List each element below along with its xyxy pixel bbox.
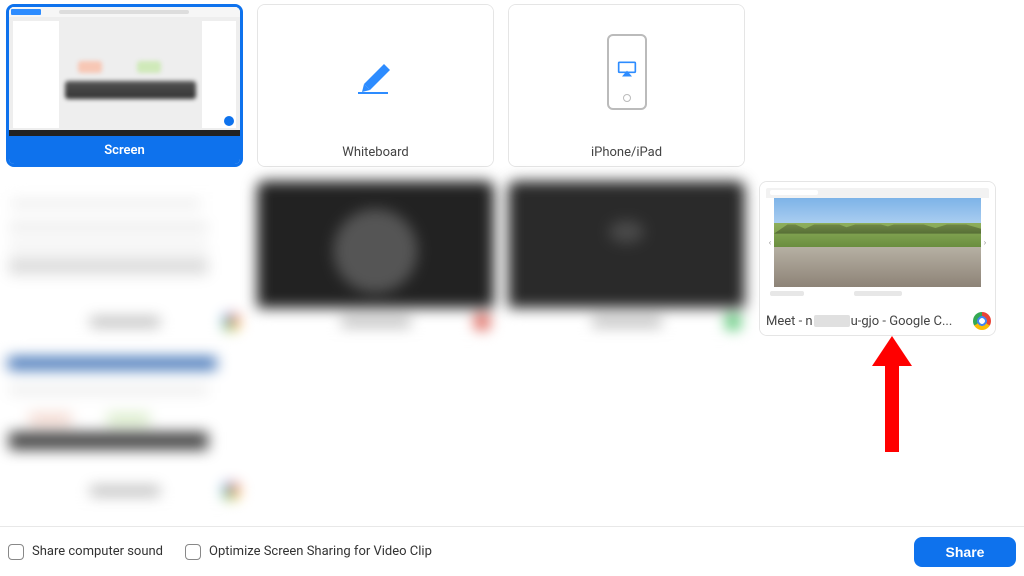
tile-screen-thumb — [9, 7, 240, 136]
footer-bar: Share computer sound Optimize Screen Sha… — [0, 526, 1024, 576]
tile-screen-label: Screen — [9, 136, 240, 164]
tile-whiteboard-label: Whiteboard — [258, 138, 493, 166]
share-source-grid: Screen Whiteboard iPhone/iPad — [0, 0, 1024, 505]
tile-whiteboard[interactable]: Whiteboard — [257, 4, 494, 167]
pen-icon — [344, 48, 408, 96]
tile-iphone-ipad[interactable]: iPhone/iPad — [508, 4, 745, 167]
checkbox-optimize-video-label: Optimize Screen Sharing for Video Clip — [209, 544, 432, 559]
airplay-icon — [617, 60, 637, 78]
checkbox-icon — [185, 544, 201, 560]
tile-blurred-app-2[interactable] — [257, 181, 494, 336]
tile-blurred-app-4[interactable] — [6, 350, 243, 505]
tile-blurred-app-3[interactable] — [508, 181, 745, 336]
checkbox-share-sound[interactable]: Share computer sound — [8, 544, 163, 560]
checkbox-optimize-video[interactable]: Optimize Screen Sharing for Video Clip — [185, 544, 432, 560]
tile-whiteboard-thumb — [258, 5, 493, 138]
tile-iphone-thumb — [509, 5, 744, 138]
checkbox-share-sound-label: Share computer sound — [32, 544, 163, 559]
checkbox-icon — [8, 544, 24, 560]
tile-blurred-app-1[interactable] — [6, 181, 243, 336]
phone-outline-icon — [607, 34, 647, 110]
tile-screen[interactable]: Screen — [6, 4, 243, 167]
tile-meet-label: Meet - nu-gjo - Google C... — [760, 307, 995, 335]
tile-google-meet-chrome[interactable]: ‹ › Meet - nu-gjo - Google C... — [759, 181, 996, 336]
tile-meet-thumb: ‹ › — [760, 182, 995, 307]
redacted-text — [814, 315, 850, 327]
share-button[interactable]: Share — [914, 537, 1016, 567]
tile-iphone-label: iPhone/iPad — [509, 138, 744, 166]
chrome-icon — [973, 312, 991, 330]
